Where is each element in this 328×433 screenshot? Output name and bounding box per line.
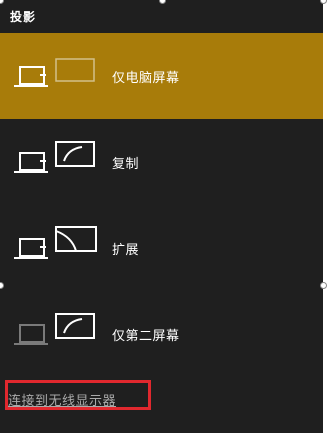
option-label: 仅电脑屏幕 bbox=[112, 71, 180, 86]
project-panel: 投影 仅电脑屏幕 复制 扩展 仅第二屏幕 连接到无线显示器 bbox=[0, 0, 323, 433]
right-edge-strip bbox=[323, 0, 328, 433]
option-label: 复制 bbox=[112, 157, 140, 172]
panel-title: 投影 bbox=[10, 10, 37, 24]
red-highlight-box bbox=[5, 380, 151, 410]
option-second-screen-only[interactable]: 仅第二屏幕 bbox=[0, 291, 323, 377]
second-screen-only-icon bbox=[14, 313, 95, 345]
pc-screen-only-icon bbox=[14, 58, 95, 87]
option-pc-screen-only[interactable]: 仅电脑屏幕 bbox=[0, 33, 323, 119]
extend-icon bbox=[14, 226, 97, 259]
option-label: 仅第二屏幕 bbox=[112, 329, 180, 344]
option-label: 扩展 bbox=[112, 243, 140, 258]
resize-handle-right-middle[interactable] bbox=[320, 282, 327, 289]
option-extend[interactable]: 扩展 bbox=[0, 205, 323, 291]
option-duplicate[interactable]: 复制 bbox=[0, 119, 323, 205]
duplicate-icon bbox=[14, 141, 95, 173]
